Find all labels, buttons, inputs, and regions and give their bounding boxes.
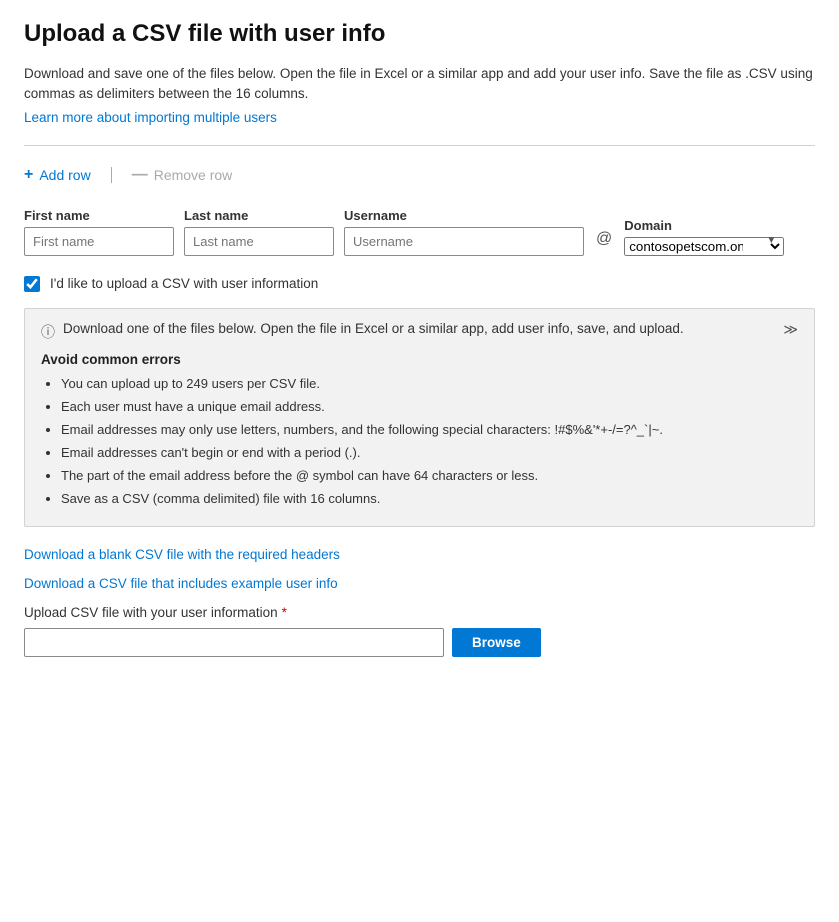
upload-file-input[interactable] bbox=[24, 628, 444, 657]
list-item: Each user must have a unique email addre… bbox=[61, 398, 798, 416]
toolbar: + Add row — Remove row bbox=[24, 166, 815, 184]
domain-label: Domain bbox=[624, 218, 784, 233]
upload-label: Upload CSV file with your user informati… bbox=[24, 605, 815, 620]
username-label: Username bbox=[344, 208, 584, 223]
toolbar-separator bbox=[111, 167, 112, 183]
page-description: Download and save one of the files below… bbox=[24, 64, 815, 105]
csv-upload-checkbox-label[interactable]: I'd like to upload a CSV with user infor… bbox=[50, 276, 318, 291]
download-blank-csv-link[interactable]: Download a blank CSV file with the requi… bbox=[24, 547, 815, 562]
browse-button[interactable]: Browse bbox=[452, 628, 541, 657]
csv-upload-checkbox[interactable] bbox=[24, 276, 40, 292]
download-example-csv-link[interactable]: Download a CSV file that includes exampl… bbox=[24, 576, 815, 591]
upload-row: Browse bbox=[24, 628, 815, 657]
learn-more-link[interactable]: Learn more about importing multiple user… bbox=[24, 110, 277, 125]
page-title: Upload a CSV file with user info bbox=[24, 20, 815, 48]
list-item: You can upload up to 249 users per CSV f… bbox=[61, 375, 798, 393]
first-name-field: First name bbox=[24, 208, 174, 256]
info-icon: ⓘ bbox=[41, 322, 55, 342]
last-name-label: Last name bbox=[184, 208, 334, 223]
remove-row-button[interactable]: — Remove row bbox=[132, 166, 233, 184]
remove-row-label: Remove row bbox=[154, 167, 233, 183]
plus-icon: + bbox=[24, 166, 33, 184]
csv-upload-checkbox-row: I'd like to upload a CSV with user infor… bbox=[24, 276, 815, 292]
upload-label-text: Upload CSV file with your user informati… bbox=[24, 605, 278, 620]
domain-field: Domain contosopetscom.onmic... ▼ bbox=[624, 218, 784, 256]
error-tips-list: You can upload up to 249 users per CSV f… bbox=[41, 375, 798, 509]
at-symbol: @ bbox=[594, 230, 614, 248]
upload-section: Upload CSV file with your user informati… bbox=[24, 605, 815, 657]
username-input[interactable] bbox=[344, 227, 584, 256]
minus-icon: — bbox=[132, 166, 148, 184]
list-item: Email addresses can't begin or end with … bbox=[61, 444, 798, 462]
domain-select[interactable]: contosopetscom.onmic... bbox=[624, 237, 784, 256]
section-divider bbox=[24, 145, 815, 146]
info-box-header: ⓘ Download one of the files below. Open … bbox=[41, 321, 798, 342]
avoid-errors-title: Avoid common errors bbox=[41, 352, 798, 367]
add-row-button[interactable]: + Add row bbox=[24, 166, 91, 184]
collapse-icon[interactable]: ≫ bbox=[783, 321, 798, 338]
list-item: Email addresses may only use letters, nu… bbox=[61, 421, 798, 439]
info-box: ⓘ Download one of the files below. Open … bbox=[24, 308, 815, 527]
last-name-field: Last name bbox=[184, 208, 334, 256]
add-row-label: Add row bbox=[39, 167, 90, 183]
last-name-input[interactable] bbox=[184, 227, 334, 256]
list-item: Save as a CSV (comma delimited) file wit… bbox=[61, 490, 798, 508]
username-field: Username bbox=[344, 208, 584, 256]
user-form-row: First name Last name Username @ Domain c… bbox=[24, 208, 815, 256]
required-marker: * bbox=[282, 605, 287, 620]
info-box-header-text: Download one of the files below. Open th… bbox=[63, 321, 775, 336]
first-name-input[interactable] bbox=[24, 227, 174, 256]
first-name-label: First name bbox=[24, 208, 174, 223]
list-item: The part of the email address before the… bbox=[61, 467, 798, 485]
